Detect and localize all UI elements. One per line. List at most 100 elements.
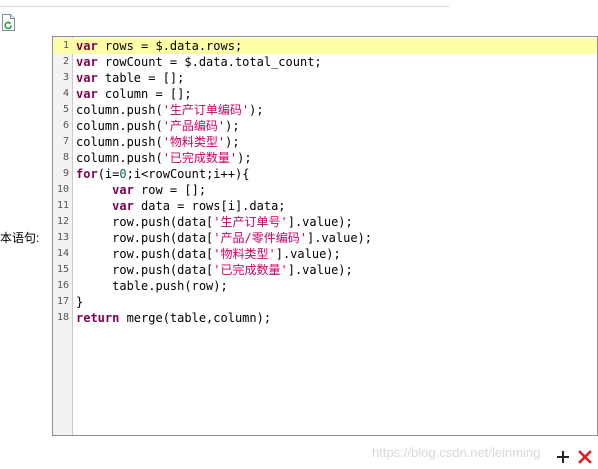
code-line[interactable]: 10 var row = []; — [53, 182, 597, 198]
line-code: var column = []; — [76, 86, 192, 102]
code-line[interactable]: 18 return merge(table,column); — [53, 310, 597, 326]
code-keyword: return — [76, 311, 120, 325]
code-text: ].value); — [275, 247, 341, 261]
line-number: 11 — [56, 200, 69, 211]
line-number: 6 — [62, 120, 69, 131]
code-line[interactable]: 3 var table = []; — [53, 70, 597, 86]
line-code: column.push('产品编码'); — [76, 118, 240, 134]
code-text: ); — [249, 103, 264, 117]
code-text: ;i<rowCount;i++){ — [126, 167, 250, 181]
code-text: column.push( — [76, 151, 163, 165]
line-code: var data = rows[i].data; — [76, 198, 286, 214]
code-text: row.push(data[ — [76, 215, 214, 229]
code-keyword: var — [76, 55, 98, 69]
code-string: '产品/零件编码' — [213, 231, 307, 245]
refresh-document-icon[interactable] — [1, 14, 17, 32]
line-number: 13 — [56, 232, 69, 243]
line-number: 7 — [62, 136, 69, 147]
code-text: row = []; — [133, 183, 207, 197]
line-number: 15 — [56, 264, 69, 275]
line-code: row.push(data['已完成数量'].value); — [76, 262, 353, 278]
code-line[interactable]: 17} — [53, 294, 597, 310]
code-string: '生产订单编码' — [162, 103, 250, 117]
code-line[interactable]: 12 row.push(data['生产订单号'].value); — [53, 214, 597, 230]
code-keyword: var — [112, 183, 134, 197]
code-line[interactable]: 16 table.push(row); — [53, 278, 597, 294]
line-code: return merge(table,column); — [76, 310, 271, 326]
code-keyword: var — [76, 71, 98, 85]
watermark: https://blog.csdn.net/leinming — [372, 445, 541, 460]
code-keyword: var — [76, 87, 98, 101]
close-icon[interactable] — [578, 450, 592, 464]
code-text: column.push( — [76, 119, 163, 133]
code-number: 0 — [119, 167, 127, 181]
code-line[interactable]: 14 row.push(data['物料类型'].value); — [53, 246, 597, 262]
line-code: row.push(data['生产订单号'].value); — [76, 214, 353, 230]
line-code: var row = []; — [76, 182, 206, 198]
script-code-editor[interactable]: 1 var rows = $.data.rows; 2 var rowCount = … — [52, 36, 598, 436]
code-line[interactable]: 9 for(i=0;i<rowCount;i++){ — [53, 166, 597, 182]
code-text: (i= — [97, 167, 120, 181]
script-label: 本语句: — [0, 231, 40, 245]
code-text: column.push( — [76, 135, 163, 149]
line-number: 4 — [62, 88, 69, 99]
code-string: '已完成数量' — [162, 151, 238, 165]
code-text: ); — [237, 151, 252, 165]
code-line[interactable]: 6 column.push('产品编码'); — [53, 118, 597, 134]
line-code: } — [76, 294, 83, 310]
line-number: 12 — [56, 216, 69, 227]
code-line[interactable]: 15 row.push(data['已完成数量'].value); — [53, 262, 597, 278]
code-keyword: for — [76, 167, 98, 181]
line-code: for(i=0;i<rowCount;i++){ — [76, 166, 249, 182]
code-line[interactable]: 7 column.push('物料类型'); — [53, 134, 597, 150]
code-text: merge(table,column); — [119, 311, 272, 325]
line-number: 17 — [56, 296, 69, 307]
line-number: 1 — [62, 40, 69, 51]
line-code: row.push(data['产品/零件编码'].value); — [76, 230, 372, 246]
line-number: 14 — [56, 248, 69, 259]
code-text: ); — [225, 119, 240, 133]
code-text: table = []; — [97, 71, 185, 85]
code-keyword: var — [112, 199, 134, 213]
line-number: 16 — [56, 280, 69, 291]
code-string: '物料类型' — [213, 247, 276, 261]
code-text: ].value); — [287, 215, 353, 229]
code-text: row.push(data[ — [76, 231, 214, 245]
code-string: '已完成数量' — [213, 263, 288, 277]
code-text: table.push(row); — [76, 279, 228, 293]
code-line[interactable]: 11 var data = rows[i].data; — [53, 198, 597, 214]
code-line[interactable]: 5 column.push('生产订单编码'); — [53, 102, 597, 118]
code-line[interactable]: 2 var rowCount = $.data.total_count; — [53, 54, 597, 70]
line-code: column.push('生产订单编码'); — [76, 102, 264, 118]
line-code: var rowCount = $.data.total_count; — [76, 54, 322, 70]
code-line[interactable]: 13 row.push(data['产品/零件编码'].value); — [53, 230, 597, 246]
code-text: row.push(data[ — [76, 263, 214, 277]
code-line[interactable]: 1 var rows = $.data.rows; — [53, 38, 597, 54]
code-text: rows = $.data.rows; — [97, 39, 243, 53]
code-text: data = rows[i].data; — [133, 199, 286, 213]
code-text: ].value); — [306, 231, 372, 245]
code-string: '生产订单号' — [213, 215, 288, 229]
line-number: 3 — [62, 72, 69, 83]
code-text: ].value); — [287, 263, 353, 277]
line-number: 2 — [62, 56, 69, 67]
plus-icon[interactable] — [556, 450, 570, 464]
code-line[interactable]: 4 var column = []; — [53, 86, 597, 102]
code-text: ); — [225, 135, 240, 149]
code-text: column.push( — [76, 103, 163, 117]
line-number: 8 — [62, 152, 69, 163]
code-string: '产品编码' — [162, 119, 226, 133]
line-number: 18 — [56, 312, 69, 323]
line-code: row.push(data['物料类型'].value); — [76, 246, 341, 262]
line-number: 9 — [62, 168, 69, 179]
line-code: var table = []; — [76, 70, 184, 86]
code-text: } — [76, 295, 84, 309]
code-keyword: var — [76, 39, 98, 53]
line-code: column.push('物料类型'); — [76, 134, 240, 150]
line-number: 5 — [62, 104, 69, 115]
code-line[interactable]: 8 column.push('已完成数量'); — [53, 150, 597, 166]
code-text: rowCount = $.data.total_count; — [97, 55, 322, 69]
line-code: column.push('已完成数量'); — [76, 150, 252, 166]
